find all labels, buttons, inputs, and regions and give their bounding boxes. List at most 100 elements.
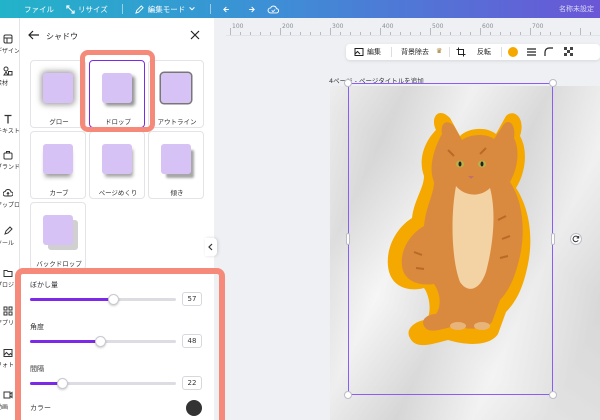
top-toolbar: ファイル リサイズ 編集モード 名称未設定 [0, 0, 600, 18]
resize-handle-tr[interactable] [549, 79, 557, 87]
rail-label: フォト [0, 362, 15, 369]
rail-label: ブランド [0, 164, 20, 171]
ruler-tick [590, 32, 591, 35]
transparency-icon[interactable] [564, 47, 574, 57]
ruler-number: 200 [282, 23, 294, 30]
resize-handle-left[interactable] [346, 233, 350, 245]
rail-item-text[interactable]: テキスト [0, 112, 20, 140]
ruler-tick [460, 32, 461, 35]
ruler-tick [500, 32, 501, 35]
text-icon [4, 114, 12, 124]
cloud-icon [267, 5, 280, 13]
ruler-tick [330, 28, 331, 35]
ruler-tick [290, 32, 291, 35]
crop-icon[interactable] [456, 47, 466, 57]
ruler-tick [430, 28, 431, 35]
option-label: グロー [49, 118, 69, 126]
rail-label: テキスト [0, 128, 20, 135]
bg-remove-button[interactable]: 背景除去 [401, 47, 429, 57]
shadow-option-page-curl[interactable]: ページめくり [89, 131, 145, 199]
image-context-toolbar: 編集 背景除去 ♛ 反転 [346, 44, 600, 60]
option-label: カーブ [49, 189, 69, 197]
ruler-tick [410, 32, 411, 35]
document-name[interactable]: 名称未設定 [559, 4, 594, 14]
close-icon[interactable] [190, 30, 200, 40]
resize-handle-tl[interactable] [344, 79, 352, 87]
back-arrow-icon[interactable] [28, 30, 40, 40]
toolbar-divider [210, 4, 212, 14]
file-menu[interactable]: ファイル [24, 4, 54, 15]
edit-mode-dropdown[interactable]: 編集モード [134, 4, 197, 15]
file-menu-label: ファイル [24, 4, 54, 14]
rail-item-design[interactable]: デザイン [0, 32, 19, 60]
ruler-tick [240, 32, 241, 35]
upload-icon [3, 188, 13, 197]
redo-button[interactable] [245, 5, 256, 14]
flip-button[interactable]: 反転 [477, 47, 491, 57]
resize-handle-right[interactable] [551, 233, 555, 245]
shadow-option-outline[interactable]: アウトライン [148, 60, 204, 128]
ruler-tick [230, 28, 231, 35]
shadow-option-glow[interactable]: グロー [30, 60, 86, 128]
crown-icon: ♛ [436, 47, 443, 55]
apps-icon [3, 306, 13, 316]
redo-icon [249, 6, 256, 12]
color-picker-button[interactable] [508, 47, 518, 57]
option-label: バックドロップ [36, 260, 82, 268]
ruler-number: 400 [382, 23, 394, 30]
ruler-tick [480, 28, 481, 35]
ruler-tick [440, 32, 441, 35]
ruler-number: 500 [432, 23, 444, 30]
rotate-icon[interactable] [570, 233, 582, 245]
photo-icon [3, 349, 13, 357]
ruler-number: 700 [532, 23, 544, 30]
rail-item-draw[interactable]: ツール [0, 224, 19, 252]
shadow-option-backdrop[interactable]: バックドロップ [30, 202, 86, 270]
video-icon [3, 391, 13, 399]
edit-mode-label: 編集モード [147, 4, 186, 14]
undo-icon [223, 6, 230, 12]
toolbar-divider [501, 47, 502, 57]
rail-item-brand[interactable]: ブランド [0, 148, 20, 176]
ruler-tick [390, 32, 391, 35]
chevron-down-icon [189, 7, 196, 11]
resize-handle-bl[interactable] [344, 391, 352, 399]
ruler-tick [420, 32, 421, 35]
resize-menu[interactable]: リサイズ [66, 4, 108, 15]
rail-item-upload[interactable]: アップロード [0, 186, 19, 214]
ruler-tick [550, 32, 551, 35]
ruler-tick [580, 28, 581, 35]
ruler-tick [570, 32, 571, 35]
outline-preview [161, 73, 191, 103]
ruler-tick [370, 32, 371, 35]
cloud-save-button[interactable] [267, 5, 280, 14]
draw-icon [4, 226, 13, 235]
edit-image-button[interactable]: 編集 [367, 47, 381, 57]
shadow-option-tilt[interactable]: 傾き [148, 131, 204, 199]
resize-label: リサイズ [78, 4, 108, 14]
resize-handle-br[interactable] [549, 391, 557, 399]
resize-icon [66, 4, 75, 14]
option-label: 傾き [170, 189, 184, 197]
ruler-tick [260, 32, 261, 35]
border-style-icon[interactable] [526, 47, 537, 57]
chevron-left-icon [208, 243, 213, 251]
page-curl-preview [102, 144, 132, 174]
rail-item-elements[interactable]: 素材 [0, 64, 19, 92]
toolbar-divider [449, 47, 450, 57]
option-label: アウトライン [157, 118, 197, 126]
brand-icon [3, 151, 13, 160]
highlight-drop-option [80, 50, 155, 132]
ruler-tick [560, 32, 561, 35]
ruler-tick [490, 32, 491, 35]
corner-rounding-icon[interactable] [544, 47, 554, 57]
collapse-panel-button[interactable] [205, 238, 217, 256]
shadow-option-curve[interactable]: カーブ [30, 131, 86, 199]
elements-icon [3, 66, 13, 76]
undo-button[interactable] [223, 5, 233, 14]
design-icon [3, 34, 13, 44]
ruler-tick [520, 32, 521, 35]
ruler-tick [280, 28, 281, 35]
glow-preview [43, 73, 73, 103]
folder-icon [3, 270, 13, 277]
